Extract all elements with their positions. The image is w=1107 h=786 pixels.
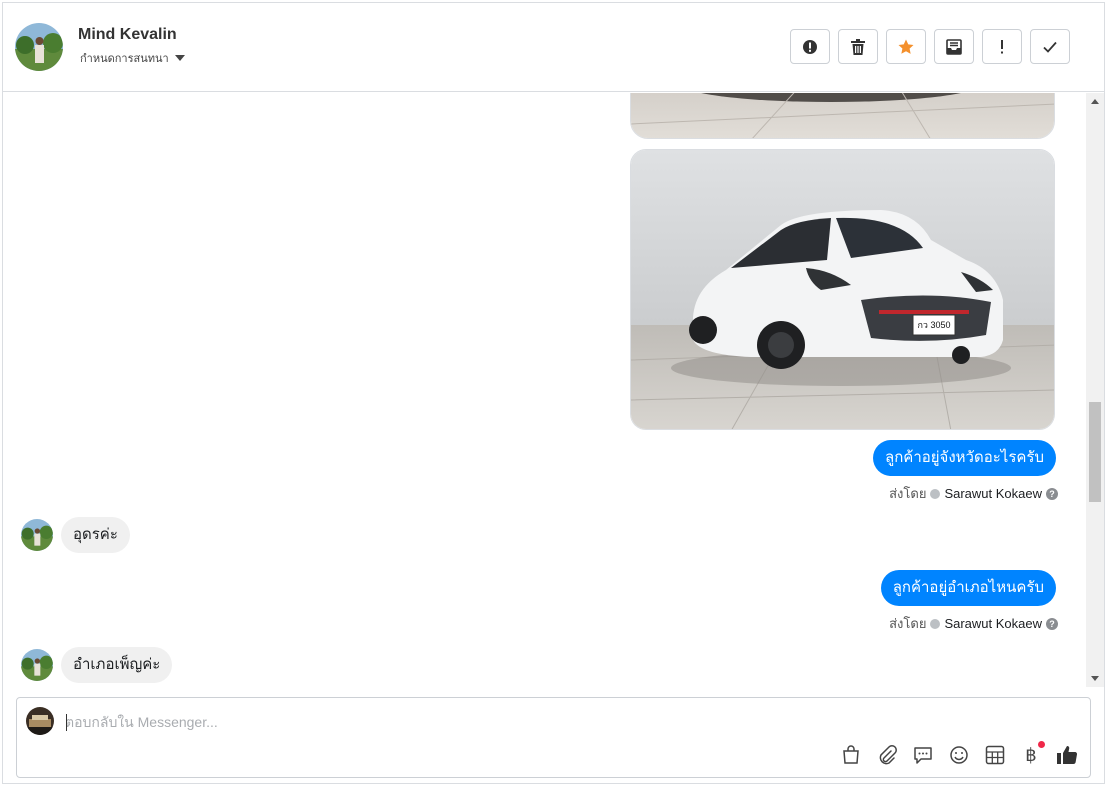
mark-unread-button[interactable] xyxy=(934,29,974,64)
message-scrollbar[interactable] xyxy=(1086,93,1104,687)
emoji-button[interactable] xyxy=(948,744,970,766)
incoming-message-row: อำเภอเพ็ญค่ะ xyxy=(21,647,173,683)
thumbs-up-icon xyxy=(1057,746,1078,764)
attach-button[interactable] xyxy=(876,744,898,766)
saved-replies-button[interactable] xyxy=(912,744,934,766)
alert-circle-icon xyxy=(803,39,817,54)
conversation-panel: Mind Kevalin กำหนดการสนทนา กว 3050 ลูกค้… xyxy=(2,2,1105,784)
caret-down-icon xyxy=(174,55,185,61)
sender-name: Sarawut Kokaew xyxy=(944,616,1042,631)
check-icon xyxy=(1043,41,1057,53)
reply-composer: ฿ xyxy=(16,697,1091,778)
scroll-thumb[interactable] xyxy=(1089,402,1101,502)
scroll-down-arrow-icon[interactable] xyxy=(1091,676,1099,681)
contact-name[interactable]: Mind Kevalin xyxy=(78,26,177,44)
sent-by-info: ส่งโดย Sarawut Kokaew ? xyxy=(889,613,1058,634)
conversation-settings-dropdown[interactable]: กำหนดการสนทนา xyxy=(80,49,185,67)
incoming-message[interactable]: อำเภอเพ็ญค่ะ xyxy=(61,647,173,683)
page-avatar xyxy=(26,707,54,735)
delete-button[interactable] xyxy=(838,29,878,64)
calculator-button[interactable] xyxy=(984,744,1006,766)
contact-avatar[interactable] xyxy=(15,23,63,71)
chat-bubble-icon xyxy=(914,747,932,764)
payment-button[interactable]: ฿ xyxy=(1020,741,1045,766)
conversation-settings-label: กำหนดการสนทนา xyxy=(80,53,169,65)
reply-input[interactable] xyxy=(65,710,765,734)
image-attachment-partial[interactable] xyxy=(630,93,1055,139)
trash-icon xyxy=(851,38,865,55)
sent-by-label: ส่งโดย xyxy=(889,616,927,631)
message-thread: กว 3050 ลูกค้าอยู่จังหวัดอะไรครับ ส่งโดย… xyxy=(3,93,1086,687)
paperclip-icon xyxy=(879,745,897,765)
important-button[interactable] xyxy=(982,29,1022,64)
inbox-icon xyxy=(946,38,962,55)
calculator-icon xyxy=(985,745,1005,765)
notification-dot xyxy=(1038,741,1045,748)
baht-icon: ฿ xyxy=(1025,745,1037,765)
scroll-up-arrow-icon[interactable] xyxy=(1091,99,1099,104)
contact-avatar-small xyxy=(21,519,53,551)
exclamation-icon xyxy=(1001,39,1003,53)
done-button[interactable] xyxy=(1030,29,1070,64)
incoming-message[interactable]: อุดรค่ะ xyxy=(61,517,130,553)
star-icon xyxy=(898,39,914,54)
outgoing-message[interactable]: ลูกค้าอยู่จังหวัดอะไรครับ xyxy=(873,440,1056,476)
composer-toolbar: ฿ xyxy=(840,741,1078,766)
verified-icon xyxy=(930,488,941,499)
verified-icon xyxy=(930,618,941,629)
contact-avatar-small xyxy=(21,649,53,681)
sent-by-info: ส่งโดย Sarawut Kokaew ? xyxy=(889,483,1058,504)
sent-by-label: ส่งโดย xyxy=(889,486,927,501)
star-button[interactable] xyxy=(886,29,926,64)
sender-name: Sarawut Kokaew xyxy=(944,486,1042,501)
conversation-header: Mind Kevalin กำหนดการสนทนา xyxy=(3,3,1104,92)
help-icon[interactable]: ? xyxy=(1046,617,1058,630)
like-button[interactable] xyxy=(1056,744,1078,766)
shopping-bag-icon xyxy=(843,745,859,764)
outgoing-message[interactable]: ลูกค้าอยู่อำเภอไหนครับ xyxy=(880,570,1056,606)
image-attachment-car[interactable]: กว 3050 xyxy=(630,149,1055,430)
shopping-bag-button[interactable] xyxy=(840,744,862,766)
text-cursor xyxy=(66,714,67,731)
incoming-message-row: อุดรค่ะ xyxy=(21,517,130,553)
help-icon[interactable]: ? xyxy=(1046,487,1058,500)
report-button[interactable] xyxy=(790,29,830,64)
smiley-icon xyxy=(950,746,968,764)
license-plate: กว 3050 xyxy=(917,320,950,330)
header-actions xyxy=(790,29,1070,64)
